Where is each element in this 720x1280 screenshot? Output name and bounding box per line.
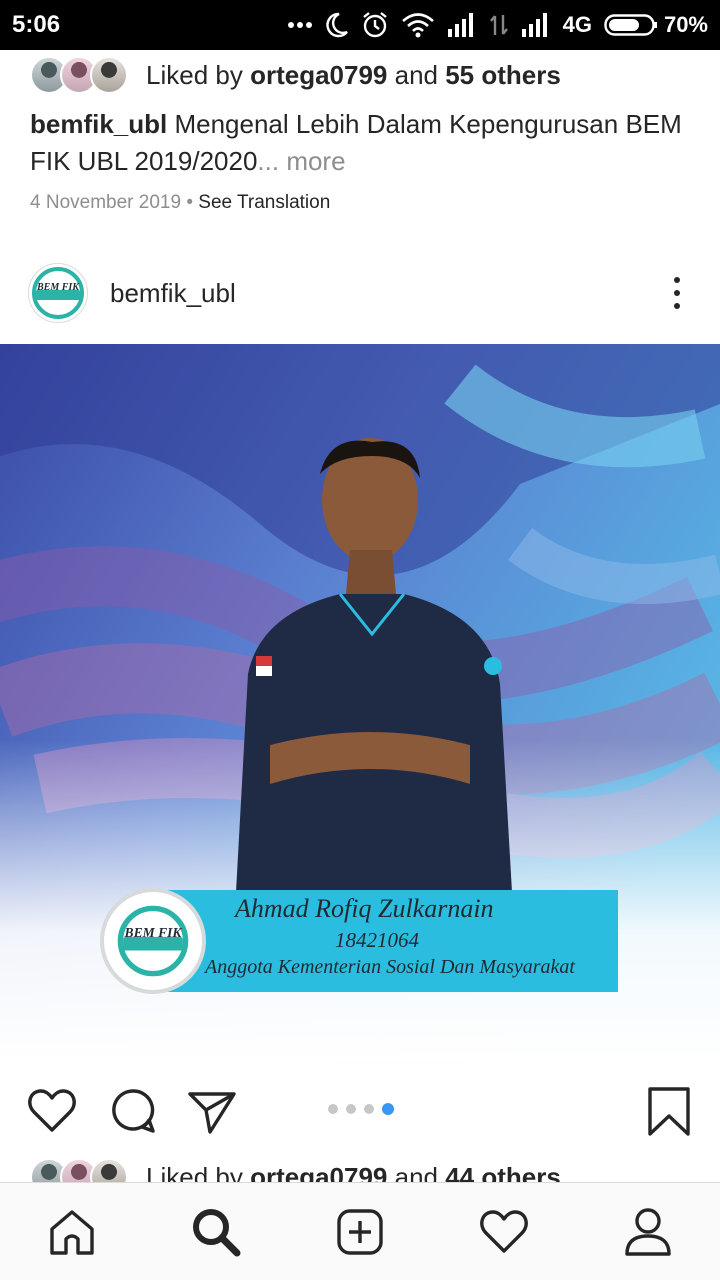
post-username[interactable]: bemfik_ubl — [110, 278, 236, 309]
post-caption: bemfik_ubl Mengenal Lebih Dalam Kepengur… — [30, 106, 690, 180]
battery: 70% — [604, 12, 708, 38]
liker-avatars — [30, 56, 128, 94]
caption-more-link[interactable]: ... more — [257, 146, 345, 176]
carousel-dot — [364, 1104, 374, 1114]
bem-fik-logo: BEM FIK — [32, 267, 84, 319]
status-time: 5:06 — [12, 11, 61, 38]
post-header: BEM FIK bemfik_ubl — [28, 262, 692, 324]
card-person-name: Ahmad Rofiq Zulkarnain — [235, 894, 494, 923]
post-actions — [0, 1082, 720, 1140]
profile-avatar[interactable]: BEM FIK — [28, 263, 88, 323]
heart-icon[interactable] — [26, 1086, 78, 1141]
card-person-role: Anggota Kementerian Sosial Dan Masyaraka… — [205, 956, 575, 978]
post-image[interactable]: BEM FIK Ahmad Rofiq Zulkarnain 18421064 … — [0, 344, 720, 1062]
add-post-icon[interactable] — [324, 1196, 396, 1268]
likes-others[interactable]: 55 others — [445, 60, 561, 90]
comment-icon[interactable] — [108, 1086, 158, 1141]
signal-icon — [447, 13, 477, 37]
liker-username[interactable]: ortega0799 — [250, 60, 387, 90]
paper-plane-icon[interactable] — [186, 1086, 238, 1141]
home-icon[interactable] — [36, 1196, 108, 1268]
svg-text:BEM FIK: BEM FIK — [36, 282, 80, 293]
profile-icon[interactable] — [612, 1196, 684, 1268]
status-bar: 5:06 4G 70% — [0, 0, 720, 50]
svg-text:BEM FIK: BEM FIK — [124, 925, 183, 940]
carousel-dot-active — [382, 1103, 394, 1115]
search-icon[interactable] — [180, 1196, 252, 1268]
battery-percent: 70% — [663, 12, 708, 37]
more-notifications-icon — [287, 21, 313, 29]
status-icons: 4G 70% — [287, 11, 708, 39]
wifi-icon — [401, 12, 435, 38]
moon-icon — [325, 12, 349, 38]
avatar — [90, 56, 128, 94]
likes-text: Liked by ortega0799 and 55 others — [146, 59, 561, 90]
card-logo: BEM FIK — [100, 888, 206, 994]
name-card: BEM FIK Ahmad Rofiq Zulkarnain 18421064 … — [100, 888, 618, 994]
battery-icon — [604, 14, 657, 36]
alarm-icon — [361, 11, 389, 39]
likes-summary[interactable]: Liked by ortega0799 and 55 others — [30, 56, 561, 94]
more-options-icon[interactable] — [662, 273, 692, 313]
signal-icon-2 — [521, 13, 551, 37]
card-person-id: 18421064 — [335, 928, 419, 952]
data-transfer-icon — [489, 13, 509, 37]
post-date: 4 November 2019 — [30, 192, 182, 213]
carousel-dot — [328, 1104, 338, 1114]
activity-heart-icon[interactable] — [468, 1196, 540, 1268]
carousel-dot — [346, 1104, 356, 1114]
network-type: 4G — [562, 12, 592, 37]
bem-fik-logo-large: BEM FIK — [117, 905, 189, 977]
bottom-navigation — [0, 1182, 720, 1280]
see-translation-link[interactable]: See Translation — [198, 192, 330, 213]
bookmark-icon[interactable] — [646, 1086, 692, 1143]
carousel-indicator — [328, 1103, 394, 1115]
post-meta: 4 November 2019 • See Translation — [30, 192, 331, 213]
caption-username[interactable]: bemfik_ubl — [30, 109, 167, 139]
